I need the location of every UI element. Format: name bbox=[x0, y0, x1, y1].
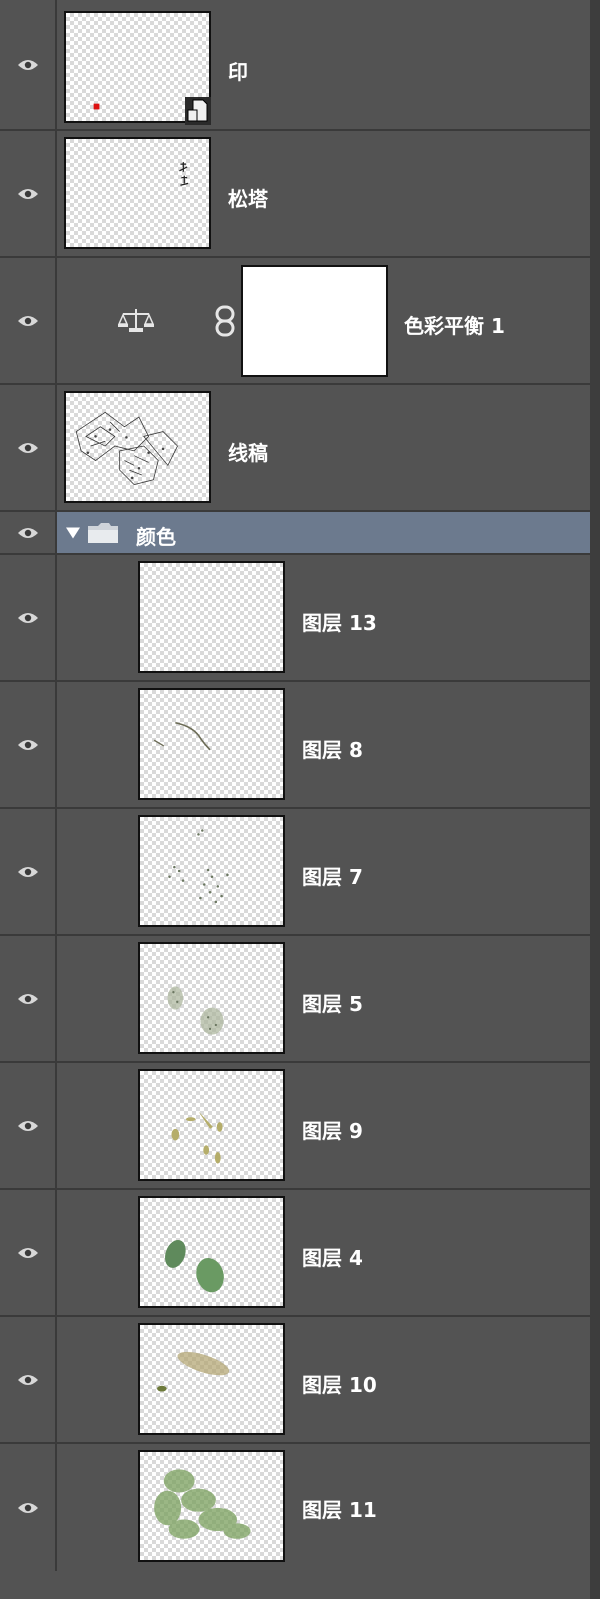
layer-thumbnail[interactable] bbox=[138, 815, 285, 927]
visibility-toggle[interactable] bbox=[0, 682, 57, 807]
layer-row-9[interactable]: 图层 9 bbox=[0, 1063, 590, 1190]
layer-thumbnail[interactable] bbox=[138, 561, 285, 673]
eye-icon[interactable] bbox=[17, 611, 39, 625]
eye-icon[interactable] bbox=[17, 314, 39, 328]
layer-name: 图层 5 bbox=[302, 992, 363, 1016]
triangle-down-icon[interactable] bbox=[66, 527, 80, 538]
visibility-toggle[interactable] bbox=[0, 258, 57, 383]
layer-name: 图层 4 bbox=[302, 1246, 363, 1270]
layer-thumbnail[interactable] bbox=[138, 1323, 285, 1435]
visibility-toggle[interactable] bbox=[0, 0, 57, 129]
visibility-toggle[interactable] bbox=[0, 1317, 57, 1442]
layer-row-5[interactable]: 图层 5 bbox=[0, 936, 590, 1063]
layer-name: 线稿 bbox=[228, 441, 268, 465]
visibility-toggle[interactable] bbox=[0, 385, 57, 510]
layer-thumbnail[interactable] bbox=[64, 391, 211, 503]
visibility-toggle[interactable] bbox=[0, 512, 57, 553]
eye-icon[interactable] bbox=[17, 738, 39, 752]
eye-icon[interactable] bbox=[17, 992, 39, 1006]
layer-row-xiangao[interactable]: 线稿 bbox=[0, 385, 590, 512]
scale-balance-icon[interactable] bbox=[118, 306, 154, 336]
layer-thumbnail[interactable] bbox=[138, 942, 285, 1054]
group-name: 颜色 bbox=[136, 525, 176, 549]
eye-icon[interactable] bbox=[17, 187, 39, 201]
layer-row-yin[interactable]: 印 bbox=[0, 0, 590, 131]
layer-row-color-balance[interactable]: 色彩平衡 1 bbox=[0, 258, 590, 385]
layer-name: 图层 8 bbox=[302, 738, 363, 762]
layer-thumbnail[interactable] bbox=[138, 1450, 285, 1562]
layer-name: 图层 10 bbox=[302, 1373, 377, 1397]
layer-name: 图层 9 bbox=[302, 1119, 363, 1143]
layer-row-8[interactable]: 图层 8 bbox=[0, 682, 590, 809]
visibility-toggle[interactable] bbox=[0, 1444, 57, 1571]
chain-link-icon[interactable] bbox=[214, 305, 236, 337]
visibility-toggle[interactable] bbox=[0, 1063, 57, 1188]
layer-row-7[interactable]: 图层 7 bbox=[0, 809, 590, 936]
eye-icon[interactable] bbox=[17, 441, 39, 455]
layer-row-11[interactable]: 图层 11 bbox=[0, 1444, 590, 1599]
layer-row-4[interactable]: 图层 4 bbox=[0, 1190, 590, 1317]
visibility-toggle[interactable] bbox=[0, 555, 57, 680]
layer-thumbnail[interactable] bbox=[138, 688, 285, 800]
layer-thumbnail[interactable] bbox=[138, 1196, 285, 1308]
layer-name: 图层 11 bbox=[302, 1498, 377, 1522]
layer-mask-thumbnail[interactable] bbox=[241, 265, 388, 377]
smart-object-badge-icon bbox=[185, 97, 211, 125]
eye-icon[interactable] bbox=[17, 1119, 39, 1133]
eye-icon[interactable] bbox=[17, 1373, 39, 1387]
visibility-toggle[interactable] bbox=[0, 1190, 57, 1315]
layer-name: 色彩平衡 1 bbox=[404, 314, 505, 338]
layer-row-10[interactable]: 图层 10 bbox=[0, 1317, 590, 1444]
eye-icon[interactable] bbox=[17, 1501, 39, 1515]
layer-name: 印 bbox=[228, 60, 248, 84]
layer-row-13[interactable]: 图层 13 bbox=[0, 555, 590, 682]
visibility-toggle[interactable] bbox=[0, 131, 57, 256]
layer-name: 图层 7 bbox=[302, 865, 363, 889]
visibility-toggle[interactable] bbox=[0, 809, 57, 934]
eye-icon[interactable] bbox=[17, 526, 39, 540]
layer-name: 图层 13 bbox=[302, 611, 377, 635]
eye-icon[interactable] bbox=[17, 1246, 39, 1260]
visibility-toggle[interactable] bbox=[0, 936, 57, 1061]
eye-icon[interactable] bbox=[17, 865, 39, 879]
layer-group-yanse[interactable]: 颜色 bbox=[0, 512, 590, 555]
layer-row-songta[interactable]: 松塔 bbox=[0, 131, 590, 258]
layer-thumbnail[interactable] bbox=[138, 1069, 285, 1181]
layer-thumbnail[interactable] bbox=[64, 137, 211, 249]
layers-panel: 印 松塔 色彩平衡 1 线稿 颜色 图层 13 图层 8 图层 7 图层 5 图… bbox=[0, 0, 600, 1599]
folder-icon bbox=[88, 522, 118, 543]
eye-icon[interactable] bbox=[17, 58, 39, 72]
layer-name: 松塔 bbox=[228, 187, 268, 211]
